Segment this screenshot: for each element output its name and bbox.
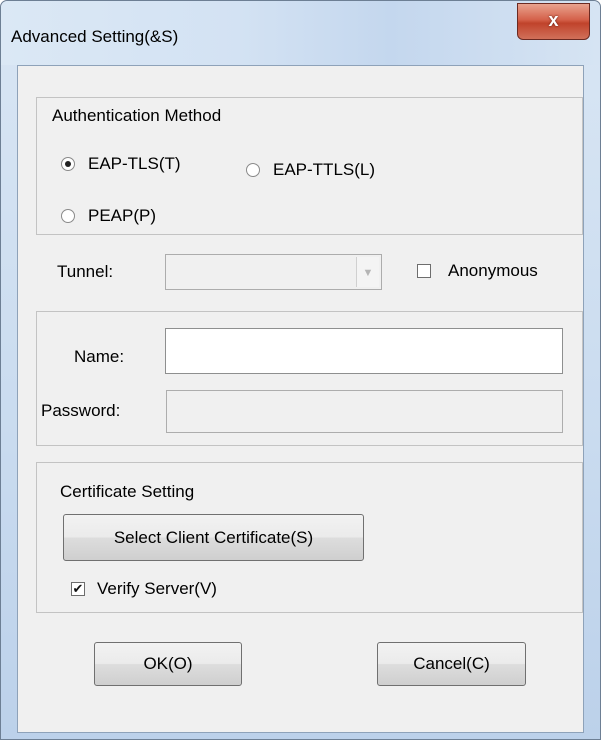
eap-ttls-label[interactable]: EAP-TTLS(L) xyxy=(273,160,375,180)
verify-server-label[interactable]: Verify Server(V) xyxy=(97,579,217,599)
ok-button[interactable]: OK(O) xyxy=(94,642,242,686)
tunnel-label: Tunnel: xyxy=(57,262,114,281)
checkmark-icon: ✔ xyxy=(72,581,84,596)
name-label: Name: xyxy=(74,347,125,366)
title-bar[interactable]: Advanced Setting(&S) x xyxy=(1,1,600,65)
advanced-setting-dialog: Advanced Setting(&S) x Authentication Me… xyxy=(0,0,601,740)
eap-tls-radio[interactable] xyxy=(61,157,75,171)
password-label: Password: xyxy=(41,401,121,420)
certificate-setting-label: Certificate Setting xyxy=(60,482,195,501)
name-field[interactable] xyxy=(165,328,563,374)
authentication-method-label: Authentication Method xyxy=(52,106,222,125)
verify-server-checkbox[interactable]: ✔ xyxy=(71,582,85,596)
window-title: Advanced Setting(&S) xyxy=(11,27,179,46)
cancel-button[interactable]: Cancel(C) xyxy=(377,642,526,686)
anonymous-label[interactable]: Anonymous xyxy=(448,261,538,281)
peap-label[interactable]: PEAP(P) xyxy=(88,206,156,226)
eap-ttls-radio[interactable] xyxy=(246,163,260,177)
peap-radio[interactable] xyxy=(61,209,75,223)
password-field[interactable] xyxy=(166,390,563,433)
close-button[interactable]: x xyxy=(517,3,590,40)
dialog-client-area: Authentication Method EAP-TLS(T) EAP-TTL… xyxy=(17,65,584,733)
eap-tls-label[interactable]: EAP-TLS(T) xyxy=(88,154,181,174)
anonymous-checkbox[interactable] xyxy=(417,264,431,278)
chevron-down-icon[interactable]: ▼ xyxy=(356,257,379,287)
tunnel-select[interactable]: ▼ xyxy=(165,254,382,290)
close-icon: x xyxy=(548,10,559,30)
select-client-certificate-button[interactable]: Select Client Certificate(S) xyxy=(63,514,364,561)
